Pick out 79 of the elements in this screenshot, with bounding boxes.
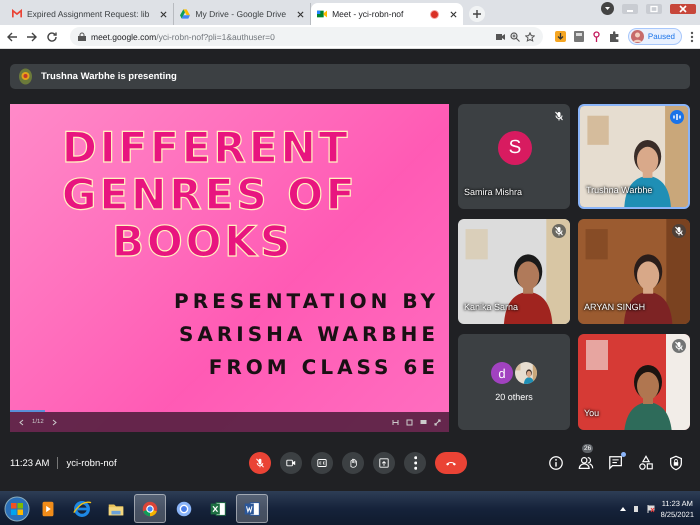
close-icon[interactable] (160, 10, 168, 18)
dropdown-icon[interactable] (601, 2, 614, 15)
participant-name: You (584, 408, 600, 418)
key-icon[interactable] (592, 31, 601, 42)
participant-tile[interactable]: S Samira Mishra (458, 104, 570, 209)
participant-name: Samira Mishra (464, 187, 522, 197)
back-icon[interactable] (6, 30, 18, 42)
participant-tile[interactable]: You (578, 334, 690, 430)
new-tab-icon[interactable] (469, 6, 486, 22)
copy-icon[interactable] (406, 418, 413, 426)
slide-title: GENRES OF (62, 171, 359, 218)
taskbar-app[interactable] (134, 494, 166, 523)
camera-button[interactable] (280, 452, 302, 474)
avatar-letter: d (491, 362, 513, 384)
close-icon[interactable] (450, 10, 458, 18)
network-icon[interactable] (632, 504, 641, 512)
previous-icon[interactable] (18, 418, 25, 426)
lock-icon (78, 32, 86, 41)
speaking-icon (670, 110, 684, 124)
emblem-icon (18, 68, 33, 85)
captions-icon (315, 456, 330, 470)
captions-button[interactable] (311, 452, 334, 474)
next-icon[interactable] (50, 418, 58, 426)
flag-icon[interactable] (646, 504, 655, 512)
screen-icon[interactable] (420, 418, 427, 426)
mic-button[interactable] (249, 452, 272, 474)
e-globe-icon (72, 498, 92, 518)
reload-icon[interactable] (46, 30, 58, 42)
mail-icon (12, 9, 22, 19)
chrome-icon (140, 498, 160, 518)
browser-tab[interactable]: Meet - yci-robn-nof (311, 3, 464, 25)
meeting-time: 11:23 AM (10, 458, 50, 468)
start-button[interactable] (4, 496, 30, 522)
caret-icon[interactable] (618, 504, 627, 512)
others-count: 20 others (495, 392, 533, 402)
forward-icon[interactable] (26, 30, 38, 42)
shield-lock-icon (668, 455, 684, 471)
people-icon (578, 455, 594, 471)
taskbar-app[interactable] (236, 494, 268, 523)
presenting-label: Trushna Warbhe is presenting (41, 71, 177, 82)
participant-tile[interactable]: ARYAN SINGH (578, 219, 690, 324)
fullscreen-icon[interactable] (434, 418, 441, 426)
slide-title: DIFFERENT (62, 124, 352, 171)
zoom-icon[interactable] (510, 32, 520, 42)
shapes-icon (638, 455, 654, 471)
meeting-code: yci-robn-nof (66, 458, 117, 468)
slide-title: BOOKS (111, 218, 294, 265)
avatar-letter: S (498, 131, 532, 165)
activities-button[interactable] (638, 455, 654, 471)
avatar-icon (630, 30, 644, 43)
star-icon[interactable] (524, 32, 535, 42)
slide-subtitle: SARISHA WARBHE (179, 321, 439, 348)
link-icon[interactable] (392, 418, 399, 426)
chat-button[interactable] (608, 455, 624, 471)
chat-icon (608, 455, 624, 471)
slide-subtitle: PRESENTATION BY (174, 288, 439, 315)
info-button[interactable] (548, 455, 564, 471)
address-bar[interactable]: meet.google.com/yci-robn-nof?pli=1&authuser=0 (70, 27, 543, 46)
present-button[interactable] (373, 452, 396, 474)
download-icon[interactable] (554, 31, 566, 42)
puzzle-icon[interactable] (608, 31, 620, 42)
present-icon (377, 456, 392, 470)
menu-icon[interactable] (690, 30, 694, 42)
more-button[interactable] (404, 452, 426, 474)
slide-subtitle: FROM CLASS 6E (208, 354, 439, 381)
extension-icon[interactable] (574, 31, 584, 42)
close-icon[interactable] (297, 10, 304, 18)
profile-button[interactable]: Paused (628, 28, 682, 45)
participant-tile[interactable]: d 20 others (458, 334, 570, 430)
more-icon (414, 456, 418, 470)
camera-icon[interactable] (496, 32, 505, 40)
camera-icon (317, 9, 328, 19)
hangup-button[interactable] (435, 452, 468, 474)
info-icon (548, 455, 564, 471)
triangle-icon (180, 9, 190, 19)
hand-button[interactable] (342, 452, 364, 474)
circle-ring-icon (174, 498, 194, 518)
participant-name: ARYAN SINGH (584, 302, 646, 312)
lock-button[interactable] (668, 455, 684, 471)
